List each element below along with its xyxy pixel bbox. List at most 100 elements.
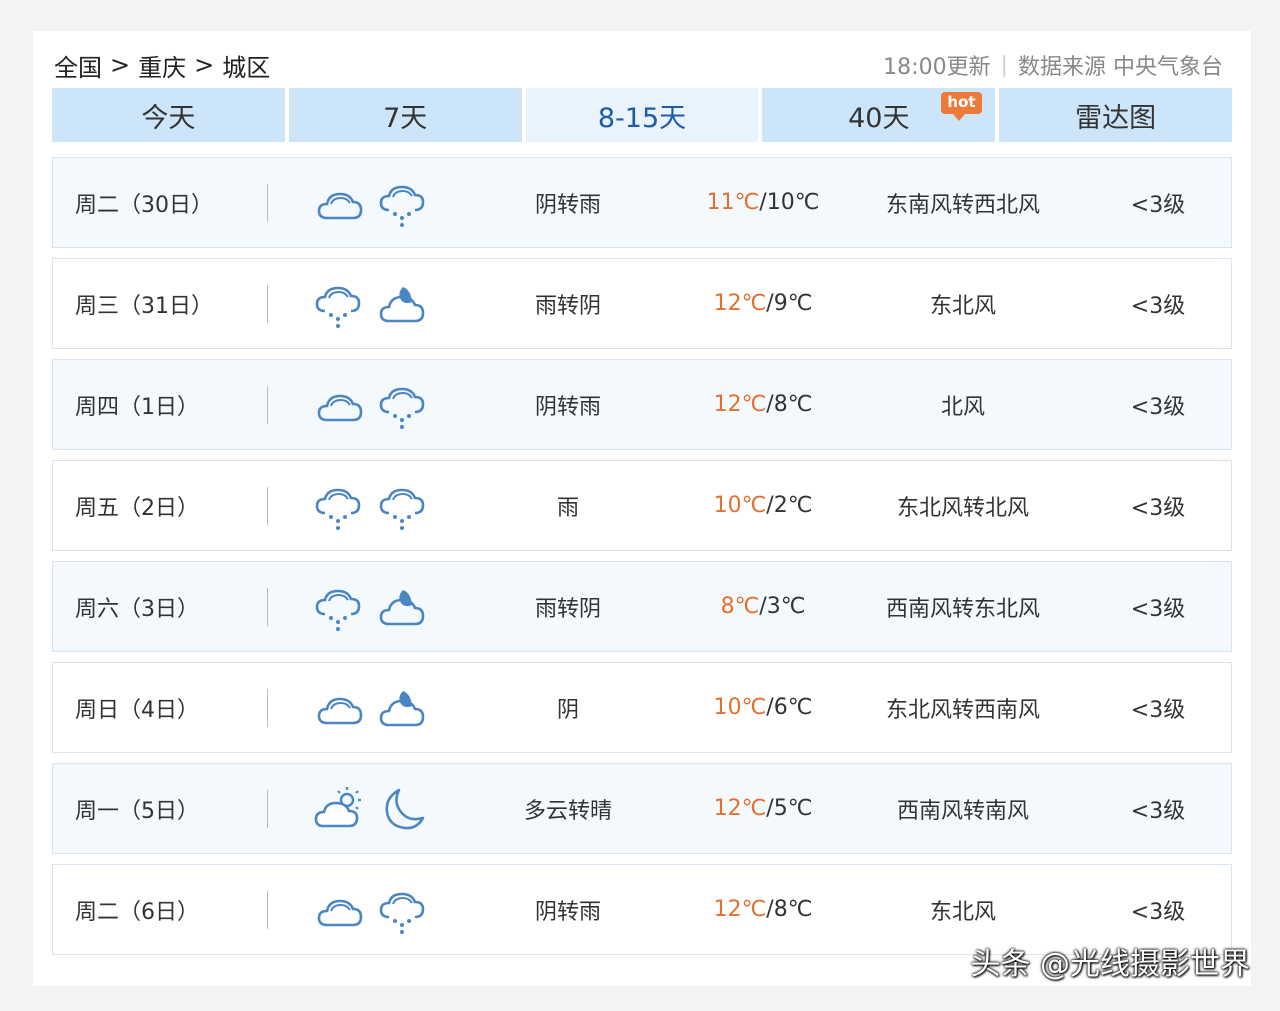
- wind-direction: 西南风转南风: [896, 798, 1029, 824]
- weather-description: 雨: [556, 495, 579, 521]
- low-temperature: /10℃: [759, 190, 820, 215]
- high-temperature: 11℃: [706, 190, 760, 215]
- high-temperature: 8℃: [720, 594, 760, 619]
- high-temperature: 10℃: [713, 695, 767, 720]
- forecast-tabs: 今天 7天 8-15天 40天 hot 雷达图: [52, 88, 1232, 142]
- forecast-list: 周二（30日） 阴转雨 11℃/10℃ 东南风转西北风 <3级 周三（31日） …: [52, 157, 1232, 965]
- cloudy-icon: [317, 192, 363, 219]
- weather-icons: [313, 865, 443, 954]
- weather-icons: [313, 764, 443, 853]
- column-divider: [267, 790, 268, 828]
- cloudy-icon: [317, 697, 363, 724]
- tab-label: 雷达图: [1075, 102, 1157, 134]
- tab-8-15-days[interactable]: 8-15天: [525, 88, 759, 142]
- temperature-range: 12℃/9℃: [673, 259, 853, 348]
- rain-icon: [379, 488, 425, 530]
- wind-direction: 东北风: [929, 293, 996, 319]
- breadcrumb-city[interactable]: 重庆: [138, 48, 186, 83]
- wind-level: <3级: [1130, 394, 1186, 420]
- weather-description: 阴: [556, 697, 579, 723]
- weather-icons: [313, 461, 443, 550]
- rain-icon: [315, 488, 361, 530]
- forecast-card: 全国 > 重庆 > 城区 18:00更新 | 数据来源 中央气象台 今天 7天 …: [33, 31, 1251, 986]
- column-divider: [267, 184, 268, 222]
- forecast-day: 周五（2日）: [75, 495, 199, 521]
- data-source: 数据来源 中央气象台: [1018, 55, 1223, 80]
- forecast-row: 周三（31日） 雨转阴 12℃/9℃ 东北风 <3级: [52, 258, 1232, 349]
- tab-radar[interactable]: 雷达图: [999, 88, 1232, 142]
- column-divider: [267, 588, 268, 626]
- tab-40-days[interactable]: 40天 hot: [762, 88, 996, 142]
- breadcrumb-separator: >: [194, 51, 215, 79]
- forecast-day: 周三（31日）: [75, 293, 213, 319]
- forecast-row: 周一（5日） 多云转晴 12℃/5℃ 西南风转南风 <3级: [52, 763, 1232, 854]
- wind-level: <3级: [1130, 192, 1186, 218]
- high-temperature: 12℃: [713, 897, 767, 922]
- wind-level: <3级: [1130, 697, 1186, 723]
- rain-icon: [379, 185, 425, 227]
- weather-description: 雨转阴: [534, 596, 601, 622]
- top-bar: 全国 > 重庆 > 城区 18:00更新 | 数据来源 中央气象台: [54, 47, 1223, 83]
- cloudy-night-icon: [379, 589, 425, 625]
- partly-cloudy-day-icon: [314, 786, 361, 827]
- temperature-range: 11℃/10℃: [673, 158, 853, 247]
- forecast-day: 周二（6日）: [75, 899, 199, 925]
- column-divider: [267, 386, 268, 424]
- weather-icons: [313, 259, 443, 348]
- weather-description: 雨转阴: [534, 293, 601, 319]
- update-meta: 18:00更新 | 数据来源 中央气象台: [883, 49, 1223, 81]
- breadcrumb-country[interactable]: 全国: [54, 48, 102, 83]
- cloudy-icon: [317, 899, 363, 926]
- weather-icons: [313, 360, 443, 449]
- wind-direction: 北风: [940, 394, 985, 420]
- tab-today[interactable]: 今天: [52, 88, 285, 142]
- cloudy-night-icon: [379, 690, 425, 726]
- forecast-day: 周一（5日）: [75, 798, 199, 824]
- high-temperature: 12℃: [713, 392, 767, 417]
- temperature-range: 10℃/6℃: [673, 663, 853, 752]
- weather-description: 阴转雨: [534, 899, 601, 925]
- column-divider: [267, 487, 268, 525]
- rain-icon: [315, 589, 361, 631]
- cloudy-night-icon: [379, 286, 425, 322]
- weather-description: 多云转晴: [523, 798, 612, 824]
- wind-level: <3级: [1130, 798, 1186, 824]
- breadcrumb-district: 城区: [222, 53, 271, 82]
- forecast-row: 周二（30日） 阴转雨 11℃/10℃ 东南风转西北风 <3级: [52, 157, 1232, 248]
- tab-7-days[interactable]: 7天: [288, 88, 522, 142]
- tab-label: 7天: [383, 102, 428, 134]
- wind-level: <3级: [1130, 596, 1186, 622]
- column-divider: [267, 285, 268, 323]
- weather-icons: [313, 158, 443, 247]
- weather-description: 阴转雨: [534, 192, 601, 218]
- forecast-day: 周四（1日）: [75, 394, 199, 420]
- low-temperature: /3℃: [759, 594, 806, 619]
- low-temperature: /6℃: [766, 695, 813, 720]
- low-temperature: /5℃: [766, 796, 813, 821]
- low-temperature: /8℃: [766, 897, 813, 922]
- high-temperature: 12℃: [713, 291, 767, 316]
- rain-icon: [315, 286, 361, 328]
- low-temperature: /2℃: [766, 493, 813, 518]
- high-temperature: 10℃: [713, 493, 767, 518]
- forecast-day: 周日（4日）: [75, 697, 199, 723]
- temperature-range: 12℃/5℃: [673, 764, 853, 853]
- update-time: 18:00更新: [883, 55, 991, 80]
- moon-icon: [385, 788, 425, 829]
- temperature-range: 10℃/2℃: [673, 461, 853, 550]
- low-temperature: /9℃: [766, 291, 813, 316]
- temperature-range: 12℃/8℃: [673, 360, 853, 449]
- tab-label: 8-15天: [597, 102, 687, 134]
- temperature-range: 8℃/3℃: [673, 562, 853, 651]
- wind-level: <3级: [1130, 293, 1186, 319]
- low-temperature: /8℃: [766, 392, 813, 417]
- forecast-row: 周六（3日） 雨转阴 8℃/3℃ 西南风转东北风 <3级: [52, 561, 1232, 652]
- hot-badge: hot: [941, 92, 982, 121]
- forecast-row: 周四（1日） 阴转雨 12℃/8℃ 北风 <3级: [52, 359, 1232, 450]
- forecast-day: 周六（3日）: [75, 596, 199, 622]
- forecast-day: 周二（30日）: [75, 192, 213, 218]
- breadcrumb: 全国 > 重庆 > 城区: [54, 48, 270, 83]
- high-temperature: 12℃: [713, 796, 767, 821]
- meta-divider: |: [1000, 52, 1008, 78]
- weather-icons: [313, 663, 443, 752]
